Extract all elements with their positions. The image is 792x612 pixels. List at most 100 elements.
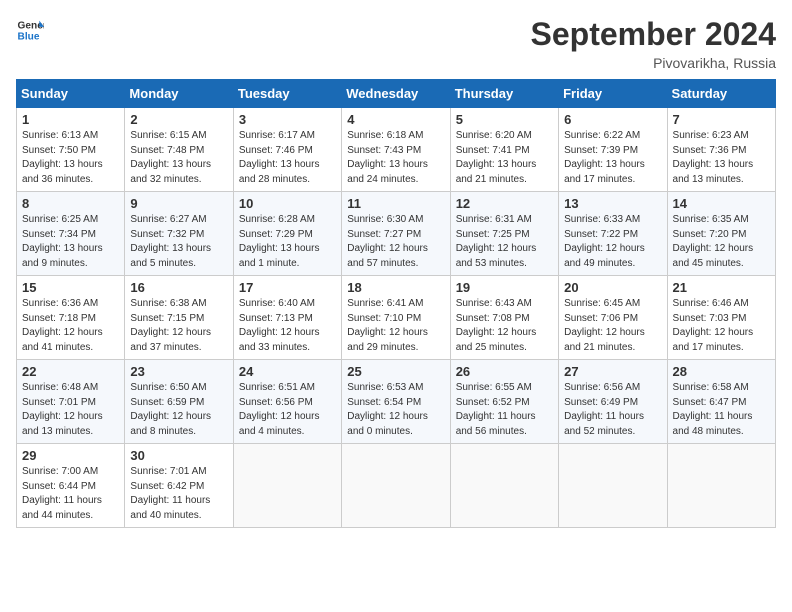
calendar-cell [233, 444, 341, 528]
day-info: Sunrise: 6:31 AM Sunset: 7:25 PM Dayligh… [456, 213, 553, 271]
calendar-cell: 9Sunrise: 6:27 AM Sunset: 7:32 PM Daylig… [125, 192, 233, 276]
day-number: 29 [22, 448, 119, 463]
calendar-cell [559, 444, 667, 528]
day-number: 22 [22, 364, 119, 379]
logo: General Blue [16, 16, 44, 44]
day-number: 20 [564, 280, 661, 295]
calendar-week-2: 8Sunrise: 6:25 AM Sunset: 7:34 PM Daylig… [17, 192, 776, 276]
day-number: 26 [456, 364, 553, 379]
calendar-cell: 22 Sunrise: 6:48 AM Sunset: 7:01 PM Dayli… [17, 360, 125, 444]
calendar-cell: 4 Sunrise: 6:18 AM Sunset: 7:43 PM Daylig… [342, 108, 450, 192]
calendar-cell: 17 Sunrise: 6:40 AM Sunset: 7:13 PM Dayli… [233, 276, 341, 360]
day-number: 28 [673, 364, 770, 379]
day-info: Sunrise: 6:41 AM Sunset: 7:10 PM Dayligh… [347, 297, 444, 355]
weekday-header-sunday: Sunday [17, 80, 125, 108]
day-info: Sunrise: 6:46 AM Sunset: 7:03 PM Dayligh… [673, 297, 770, 355]
calendar-table: SundayMondayTuesdayWednesdayThursdayFrid… [16, 79, 776, 528]
day-info: Sunrise: 6:15 AM Sunset: 7:48 PM Dayligh… [130, 129, 227, 187]
calendar-cell: 15 Sunrise: 6:36 AM Sunset: 7:18 PM Dayli… [17, 276, 125, 360]
calendar-week-4: 22 Sunrise: 6:48 AM Sunset: 7:01 PM Dayli… [17, 360, 776, 444]
day-info: Sunrise: 6:23 AM Sunset: 7:36 PM Dayligh… [673, 129, 770, 187]
day-number: 2 [130, 112, 227, 127]
calendar-cell: 24 Sunrise: 6:51 AM Sunset: 6:56 PM Dayli… [233, 360, 341, 444]
calendar-cell: 6 Sunrise: 6:22 AM Sunset: 7:39 PM Daylig… [559, 108, 667, 192]
day-number: 13 [564, 196, 661, 211]
calendar-cell: 2 Sunrise: 6:15 AM Sunset: 7:48 PM Daylig… [125, 108, 233, 192]
day-number: 18 [347, 280, 444, 295]
day-info: Sunrise: 6:13 AM Sunset: 7:50 PM Dayligh… [22, 129, 119, 187]
day-info: Sunrise: 6:48 AM Sunset: 7:01 PM Dayligh… [22, 381, 119, 439]
day-number: 14 [673, 196, 770, 211]
calendar-cell: 13 Sunrise: 6:33 AM Sunset: 7:22 PM Dayli… [559, 192, 667, 276]
calendar-week-3: 15 Sunrise: 6:36 AM Sunset: 7:18 PM Dayli… [17, 276, 776, 360]
day-info: Sunrise: 6:56 AM Sunset: 6:49 PM Dayligh… [564, 381, 661, 439]
page-header: General Blue September 2024 Pivovarikha,… [16, 16, 776, 71]
calendar-cell: 7 Sunrise: 6:23 AM Sunset: 7:36 PM Daylig… [667, 108, 775, 192]
day-number: 15 [22, 280, 119, 295]
day-number: 24 [239, 364, 336, 379]
calendar-cell: 19Sunrise: 6:43 AM Sunset: 7:08 PM Dayli… [450, 276, 558, 360]
day-info: Sunrise: 6:30 AM Sunset: 7:27 PM Dayligh… [347, 213, 444, 271]
day-number: 9 [130, 196, 227, 211]
title-block: September 2024 Pivovarikha, Russia [531, 16, 776, 71]
day-number: 4 [347, 112, 444, 127]
calendar-cell: 8Sunrise: 6:25 AM Sunset: 7:34 PM Daylig… [17, 192, 125, 276]
day-info: Sunrise: 6:36 AM Sunset: 7:18 PM Dayligh… [22, 297, 119, 355]
day-number: 1 [22, 112, 119, 127]
calendar-week-1: 1 Sunrise: 6:13 AM Sunset: 7:50 PM Daylig… [17, 108, 776, 192]
weekday-header-row: SundayMondayTuesdayWednesdayThursdayFrid… [17, 80, 776, 108]
day-number: 17 [239, 280, 336, 295]
day-info: Sunrise: 6:33 AM Sunset: 7:22 PM Dayligh… [564, 213, 661, 271]
day-info: Sunrise: 6:18 AM Sunset: 7:43 PM Dayligh… [347, 129, 444, 187]
calendar-cell [667, 444, 775, 528]
weekday-header-tuesday: Tuesday [233, 80, 341, 108]
calendar-cell: 10Sunrise: 6:28 AM Sunset: 7:29 PM Dayli… [233, 192, 341, 276]
svg-text:Blue: Blue [18, 31, 40, 42]
day-info: Sunrise: 6:35 AM Sunset: 7:20 PM Dayligh… [673, 213, 770, 271]
calendar-cell [342, 444, 450, 528]
day-info: Sunrise: 7:01 AM Sunset: 6:42 PM Dayligh… [130, 465, 227, 523]
calendar-cell: 29 Sunrise: 7:00 AM Sunset: 6:44 PM Dayli… [17, 444, 125, 528]
calendar-cell: 27Sunrise: 6:56 AM Sunset: 6:49 PM Dayli… [559, 360, 667, 444]
day-number: 6 [564, 112, 661, 127]
day-number: 10 [239, 196, 336, 211]
day-number: 8 [22, 196, 119, 211]
calendar-cell [450, 444, 558, 528]
day-number: 7 [673, 112, 770, 127]
day-info: Sunrise: 6:58 AM Sunset: 6:47 PM Dayligh… [673, 381, 770, 439]
day-info: Sunrise: 6:53 AM Sunset: 6:54 PM Dayligh… [347, 381, 444, 439]
day-number: 5 [456, 112, 553, 127]
weekday-header-wednesday: Wednesday [342, 80, 450, 108]
day-info: Sunrise: 6:20 AM Sunset: 7:41 PM Dayligh… [456, 129, 553, 187]
day-number: 3 [239, 112, 336, 127]
calendar-cell: 5 Sunrise: 6:20 AM Sunset: 7:41 PM Daylig… [450, 108, 558, 192]
calendar-cell: 3Sunrise: 6:17 AM Sunset: 7:46 PM Daylig… [233, 108, 341, 192]
calendar-cell: 11Sunrise: 6:30 AM Sunset: 7:27 PM Dayli… [342, 192, 450, 276]
calendar-cell: 18 Sunrise: 6:41 AM Sunset: 7:10 PM Dayli… [342, 276, 450, 360]
calendar-cell: 14 Sunrise: 6:35 AM Sunset: 7:20 PM Dayli… [667, 192, 775, 276]
day-number: 23 [130, 364, 227, 379]
day-info: Sunrise: 6:40 AM Sunset: 7:13 PM Dayligh… [239, 297, 336, 355]
calendar-cell: 16Sunrise: 6:38 AM Sunset: 7:15 PM Dayli… [125, 276, 233, 360]
calendar-week-5: 29 Sunrise: 7:00 AM Sunset: 6:44 PM Dayli… [17, 444, 776, 528]
weekday-header-thursday: Thursday [450, 80, 558, 108]
day-number: 30 [130, 448, 227, 463]
day-info: Sunrise: 6:43 AM Sunset: 7:08 PM Dayligh… [456, 297, 553, 355]
day-number: 21 [673, 280, 770, 295]
calendar-cell: 23Sunrise: 6:50 AM Sunset: 6:59 PM Dayli… [125, 360, 233, 444]
day-number: 25 [347, 364, 444, 379]
day-info: Sunrise: 6:45 AM Sunset: 7:06 PM Dayligh… [564, 297, 661, 355]
day-info: Sunrise: 7:00 AM Sunset: 6:44 PM Dayligh… [22, 465, 119, 523]
weekday-header-friday: Friday [559, 80, 667, 108]
day-number: 16 [130, 280, 227, 295]
logo-icon: General Blue [16, 16, 44, 44]
weekday-header-saturday: Saturday [667, 80, 775, 108]
weekday-header-monday: Monday [125, 80, 233, 108]
day-info: Sunrise: 6:51 AM Sunset: 6:56 PM Dayligh… [239, 381, 336, 439]
calendar-cell: 25 Sunrise: 6:53 AM Sunset: 6:54 PM Dayli… [342, 360, 450, 444]
day-info: Sunrise: 6:22 AM Sunset: 7:39 PM Dayligh… [564, 129, 661, 187]
day-info: Sunrise: 6:55 AM Sunset: 6:52 PM Dayligh… [456, 381, 553, 439]
day-number: 12 [456, 196, 553, 211]
calendar-cell: 1 Sunrise: 6:13 AM Sunset: 7:50 PM Daylig… [17, 108, 125, 192]
month-title: September 2024 [531, 16, 776, 53]
